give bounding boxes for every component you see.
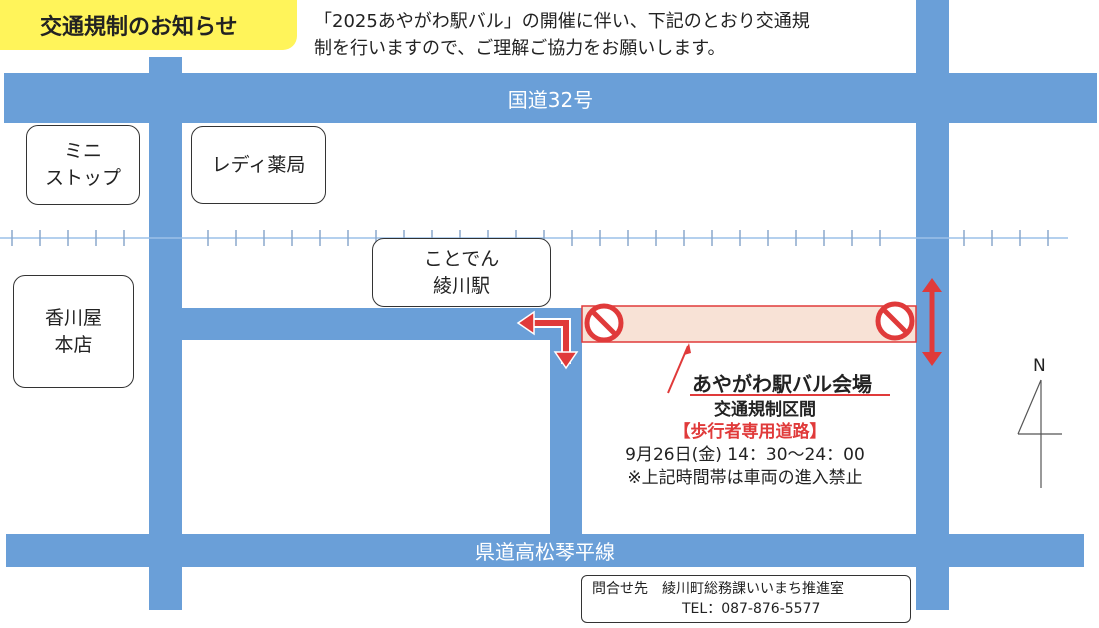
restriction-overlay bbox=[516, 278, 1062, 488]
contact-line-2: TEL：087-876-5577 bbox=[682, 601, 821, 617]
venue-name: あやがわ駅バル会場 bbox=[692, 372, 872, 396]
no-entry-icon bbox=[875, 301, 915, 341]
double-arrow-icon bbox=[922, 278, 942, 366]
compass-icon bbox=[1017, 379, 1062, 488]
contact-line-1: 問合せ先 綾川町総務課いいまち推進室 bbox=[592, 581, 844, 597]
venue-underline bbox=[690, 394, 890, 396]
detour-arrow-icon bbox=[516, 310, 579, 370]
restriction-note: ※上記時間帯は車両の進入禁止 bbox=[627, 468, 863, 488]
contact-box: 問合せ先 綾川町総務課いいまち推進室 TEL：087-876-5577 bbox=[581, 575, 911, 623]
no-entry-icon bbox=[584, 303, 624, 343]
pedestrian-only-label: 【歩行者専用道路】 bbox=[673, 422, 827, 442]
compass-label: N bbox=[1033, 356, 1046, 376]
venue-pointer-head bbox=[684, 343, 691, 355]
restriction-time: 9月26日(金) 14：30〜24：00 bbox=[625, 445, 865, 465]
restricted-section bbox=[581, 305, 917, 343]
